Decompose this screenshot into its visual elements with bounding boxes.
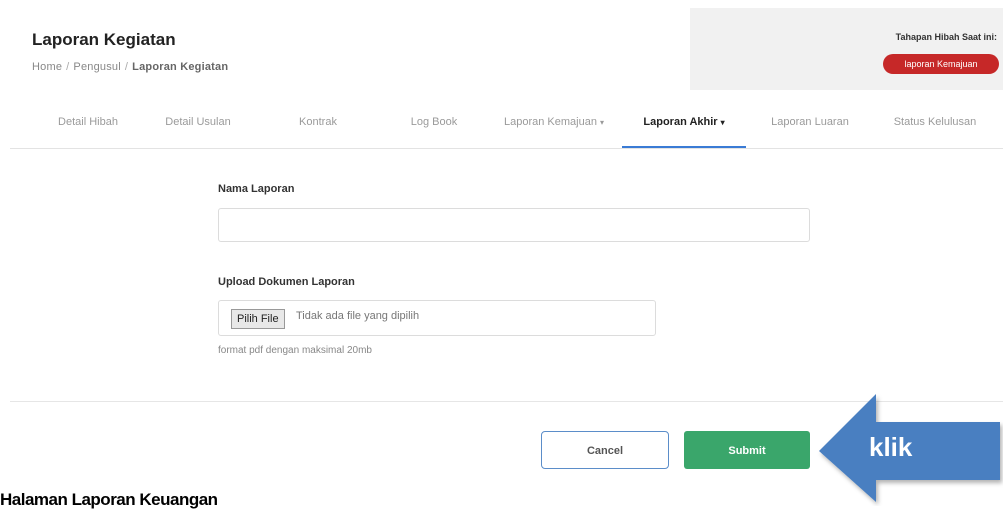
- tab-label: Detail Hibah: [58, 116, 118, 128]
- caret-down-icon: ▾: [720, 118, 725, 127]
- page-header: Laporan Kegiatan Home / Pengusul / Laporan K…: [10, 8, 1003, 90]
- tab-label: Kontrak: [299, 116, 337, 128]
- tab-label: Detail Usulan: [165, 116, 231, 128]
- stage-panel: Tahapan Hibah Saat ini: laporan Kemajuan: [690, 8, 1003, 90]
- tab-bar: Detail Hibah Detail Usulan Kontrak Log B…: [10, 90, 1003, 149]
- breadcrumb-current: Laporan Kegiatan: [132, 61, 229, 73]
- tab-label: Laporan Kemajuan: [504, 116, 597, 128]
- upload-label: Upload Dokumen Laporan: [218, 276, 355, 288]
- cancel-button[interactable]: Cancel: [541, 431, 669, 469]
- choose-file-button[interactable]: Pilih File: [231, 309, 285, 329]
- tab-laporan-kemajuan[interactable]: Laporan Kemajuan ▾: [494, 90, 614, 148]
- stage-badge: laporan Kemajuan: [883, 54, 999, 74]
- tab-laporan-luaran[interactable]: Laporan Luaran: [764, 90, 856, 148]
- stage-label: Tahapan Hibah Saat ini:: [895, 32, 997, 42]
- tab-label: Status Kelulusan: [893, 116, 977, 128]
- submit-button[interactable]: Submit: [684, 431, 810, 469]
- tab-detail-hibah[interactable]: Detail Hibah: [48, 90, 128, 148]
- tab-label: Log Book: [410, 116, 458, 128]
- file-format-hint: format pdf dengan maksimal 20mb: [218, 345, 372, 356]
- tab-label: Laporan Luaran: [771, 116, 849, 128]
- klik-label: klik: [869, 432, 913, 462]
- tab-detail-usulan[interactable]: Detail Usulan: [156, 90, 240, 148]
- tab-label: Laporan Akhir: [643, 116, 718, 128]
- tab-laporan-akhir[interactable]: Laporan Akhir ▾: [622, 90, 746, 148]
- tab-status-kelulusan[interactable]: Status Kelulusan: [884, 90, 986, 148]
- page-title: Laporan Kegiatan: [32, 30, 176, 49]
- breadcrumb-pengusul[interactable]: Pengusul: [73, 61, 120, 73]
- tab-kontrak[interactable]: Kontrak: [288, 90, 348, 148]
- nama-laporan-input[interactable]: [218, 208, 810, 242]
- breadcrumb: Home / Pengusul / Laporan Kegiatan: [32, 61, 229, 73]
- file-status-text: Tidak ada file yang dipilih: [296, 310, 420, 322]
- tab-log-book[interactable]: Log Book: [402, 90, 466, 148]
- nama-laporan-label: Nama Laporan: [218, 183, 295, 195]
- caret-down-icon: ▾: [599, 118, 604, 127]
- breadcrumb-home[interactable]: Home: [32, 61, 62, 73]
- file-upload-field[interactable]: Pilih File Tidak ada file yang dipilih: [218, 300, 656, 336]
- section-heading: Halaman Laporan Keuangan: [0, 490, 218, 509]
